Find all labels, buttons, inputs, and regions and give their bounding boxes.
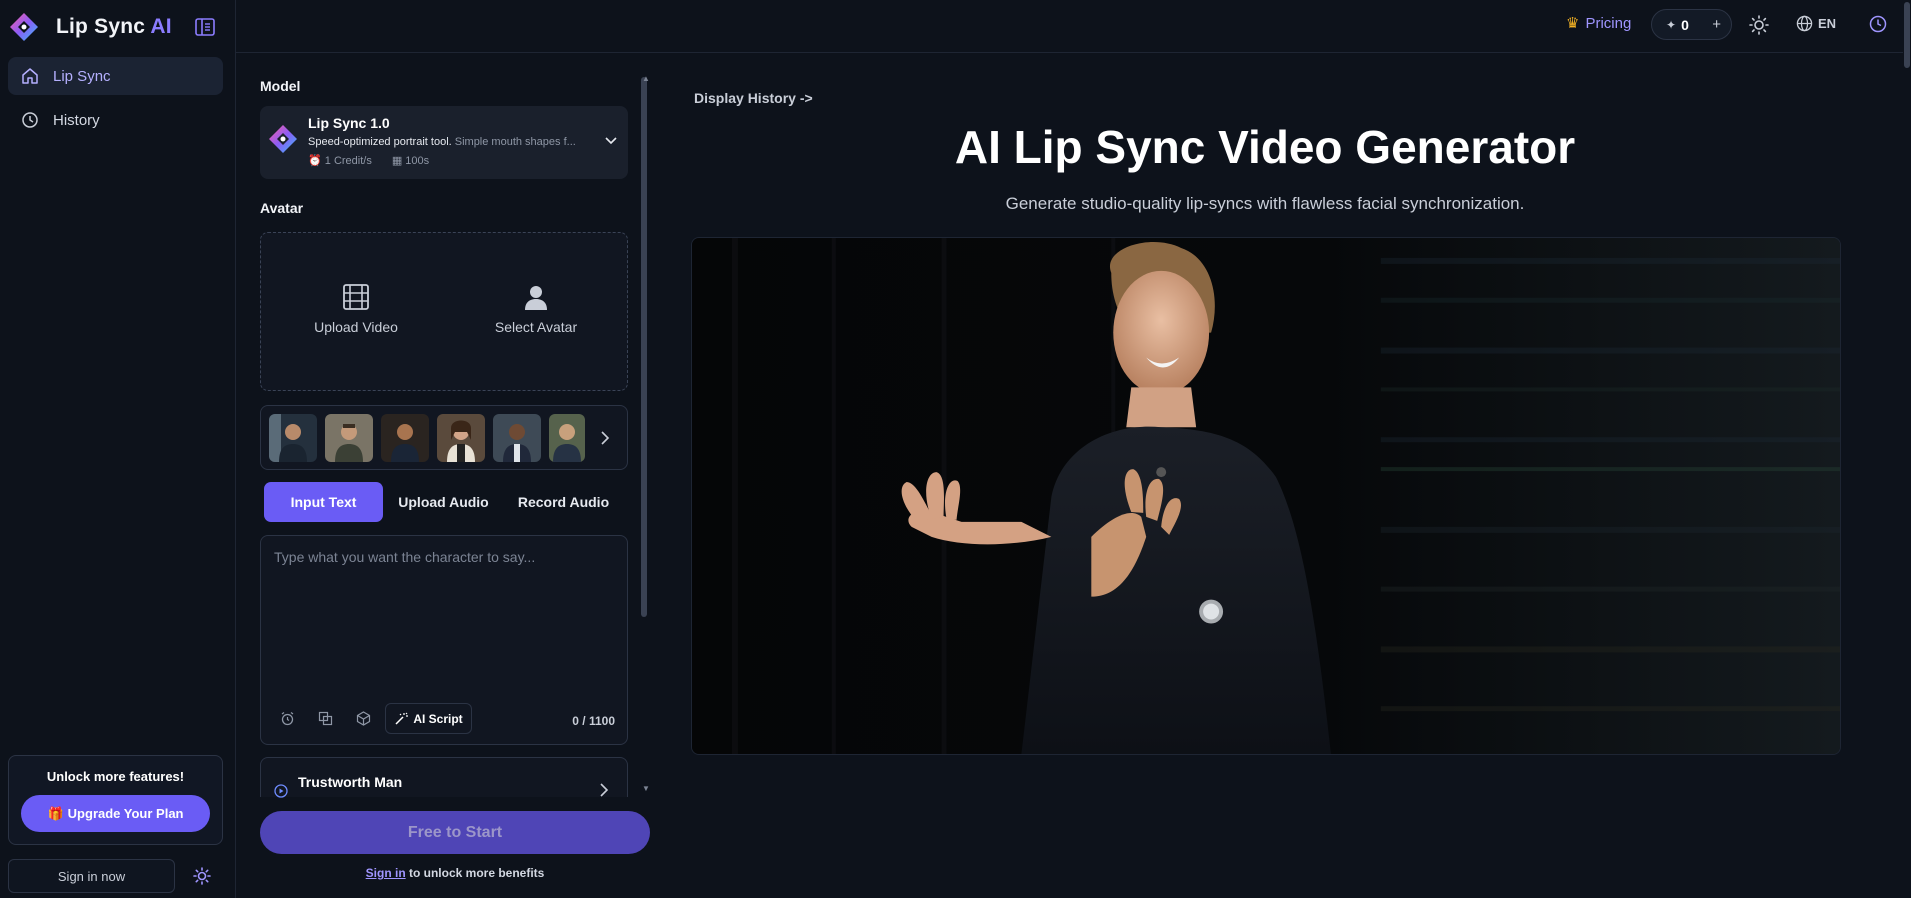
input-mode-tabs: Input Text Upload Audio Record Audio	[260, 482, 628, 526]
upgrade-promo: Unlock more features! 🎁 Upgrade Your Pla…	[8, 755, 223, 845]
tab-record-audio[interactable]: Record Audio	[504, 482, 623, 522]
play-icon[interactable]	[274, 784, 288, 798]
avatar-presets	[260, 405, 628, 470]
sidebar-item-history[interactable]: History	[8, 101, 223, 139]
upgrade-label: Upgrade Your Plan	[67, 806, 184, 821]
voice-name: Trustworth Man	[298, 774, 403, 790]
sign-in-button[interactable]: Sign in now	[8, 859, 175, 893]
sparkle-icon: ✦	[1666, 17, 1677, 32]
avatar-thumbnail[interactable]	[381, 414, 429, 462]
avatar-thumbnail[interactable]	[549, 414, 585, 462]
script-tools: AI Script	[271, 703, 472, 734]
panel-scrollbar[interactable]	[641, 71, 647, 646]
scrollbar-thumb[interactable]	[641, 77, 647, 617]
globe-icon	[1796, 15, 1813, 32]
film-icon	[343, 284, 369, 310]
sidebar-collapse-icon[interactable]	[195, 18, 215, 36]
display-history-link[interactable]: Display History ->	[694, 90, 813, 106]
pricing-link[interactable]: ♛ Pricing	[1566, 14, 1632, 33]
presenter-image	[692, 238, 1840, 754]
max-duration: ▦ 100s	[391, 155, 430, 167]
sidebar: Lip Sync AI Lip Sync History Unlock more…	[0, 0, 236, 898]
chevron-right-icon[interactable]	[599, 431, 611, 445]
credits-count: 0	[1681, 16, 1689, 33]
sidebar-item-label: History	[53, 111, 100, 129]
tab-input-text[interactable]: Input Text	[264, 482, 383, 522]
logo-icon	[10, 13, 38, 41]
chevron-right-icon	[600, 783, 609, 797]
translate-button[interactable]	[309, 704, 341, 734]
model-name: Lip Sync 1.0	[308, 115, 390, 131]
scroll-down-icon[interactable]: ▼	[642, 784, 650, 793]
model-selector[interactable]: Lip Sync 1.0 Speed-optimized portrait to…	[260, 106, 628, 179]
theme-toggle-icon[interactable]	[193, 867, 211, 885]
credits-badge[interactable]: ✦ 0 +	[1651, 9, 1732, 40]
cube-button[interactable]	[347, 704, 379, 734]
pause-insert-button[interactable]	[271, 704, 303, 734]
sign-in-note-text: to unlock more benefits	[405, 866, 545, 880]
chevron-down-icon	[605, 137, 617, 145]
page-scrollbar-thumb[interactable]	[1904, 2, 1910, 68]
user-icon	[525, 286, 547, 310]
voice-selector[interactable]: Trustworth Man	[260, 757, 628, 798]
generator-form: Model Lip Sync 1.0 Speed-optimized portr…	[236, 54, 656, 898]
model-meta: ⏰ 1 Credit/s ▦ 100s	[308, 154, 449, 167]
sign-in-link[interactable]: Sign in	[366, 866, 406, 880]
model-description: Speed-optimized portrait tool. Simple mo…	[308, 136, 576, 148]
language-label: EN	[1818, 16, 1837, 31]
script-input-box: AI Script 0 / 1100	[260, 535, 628, 745]
page-subtitle: Generate studio-quality lip-syncs with f…	[1005, 194, 1525, 213]
history-icon[interactable]	[1869, 15, 1887, 33]
crown-icon: ♛	[1566, 15, 1580, 32]
promo-title: Unlock more features!	[46, 769, 185, 784]
page-title: AI Lip Sync Video Generator	[954, 121, 1576, 173]
ai-script-button[interactable]: AI Script	[385, 703, 472, 734]
clock-icon	[22, 112, 38, 128]
avatar-thumbnail[interactable]	[269, 414, 317, 462]
gift-icon: 🎁	[47, 805, 64, 821]
sidebar-item-label: Lip Sync	[53, 67, 111, 85]
upgrade-button[interactable]: 🎁 Upgrade Your Plan	[21, 795, 210, 832]
brand[interactable]: Lip Sync AI	[8, 11, 172, 43]
avatar-label: Avatar	[260, 200, 304, 216]
cube-icon	[356, 711, 370, 726]
pricing-label: Pricing	[1585, 14, 1632, 32]
language-selector[interactable]: EN	[1796, 15, 1836, 32]
character-count: 0 / 1100	[572, 714, 615, 728]
upload-video-label: Upload Video	[314, 319, 398, 335]
select-avatar-label: Select Avatar	[494, 319, 578, 335]
avatar-thumbnail[interactable]	[325, 414, 373, 462]
top-bar: ♛ Pricing ✦ 0 + EN	[236, 0, 1911, 53]
free-to-start-button[interactable]: Free to Start	[260, 811, 650, 854]
avatar-thumbnail[interactable]	[493, 414, 541, 462]
page-scrollbar[interactable]	[1903, 0, 1911, 898]
model-label: Model	[260, 78, 301, 94]
translate-icon	[318, 711, 332, 726]
credit-rate: ⏰ 1 Credit/s	[308, 155, 372, 167]
magic-wand-icon	[395, 712, 409, 725]
sidebar-nav: Lip Sync History	[8, 57, 223, 145]
ai-script-label: AI Script	[413, 711, 463, 726]
script-textarea[interactable]	[262, 537, 626, 687]
home-icon	[22, 68, 38, 84]
sign-in-note: Sign in to unlock more benefits	[260, 866, 650, 880]
avatar-upload-area: Upload Video Select Avatar	[260, 232, 628, 391]
sun-icon[interactable]	[1749, 15, 1769, 35]
tab-upload-audio[interactable]: Upload Audio	[384, 482, 503, 522]
add-credits-button[interactable]: +	[1712, 16, 1721, 33]
model-logo-icon	[269, 125, 297, 153]
sidebar-item-lip-sync[interactable]: Lip Sync	[8, 57, 223, 95]
avatar-thumbnail[interactable]	[437, 414, 485, 462]
alarm-icon	[281, 712, 293, 726]
preview-video[interactable]	[691, 237, 1841, 755]
upload-video-button[interactable]: Upload Video	[281, 283, 431, 335]
brand-name: Lip Sync AI	[56, 15, 172, 38]
select-avatar-button[interactable]: Select Avatar	[461, 283, 611, 335]
scroll-up-icon[interactable]: ▲	[642, 74, 650, 83]
